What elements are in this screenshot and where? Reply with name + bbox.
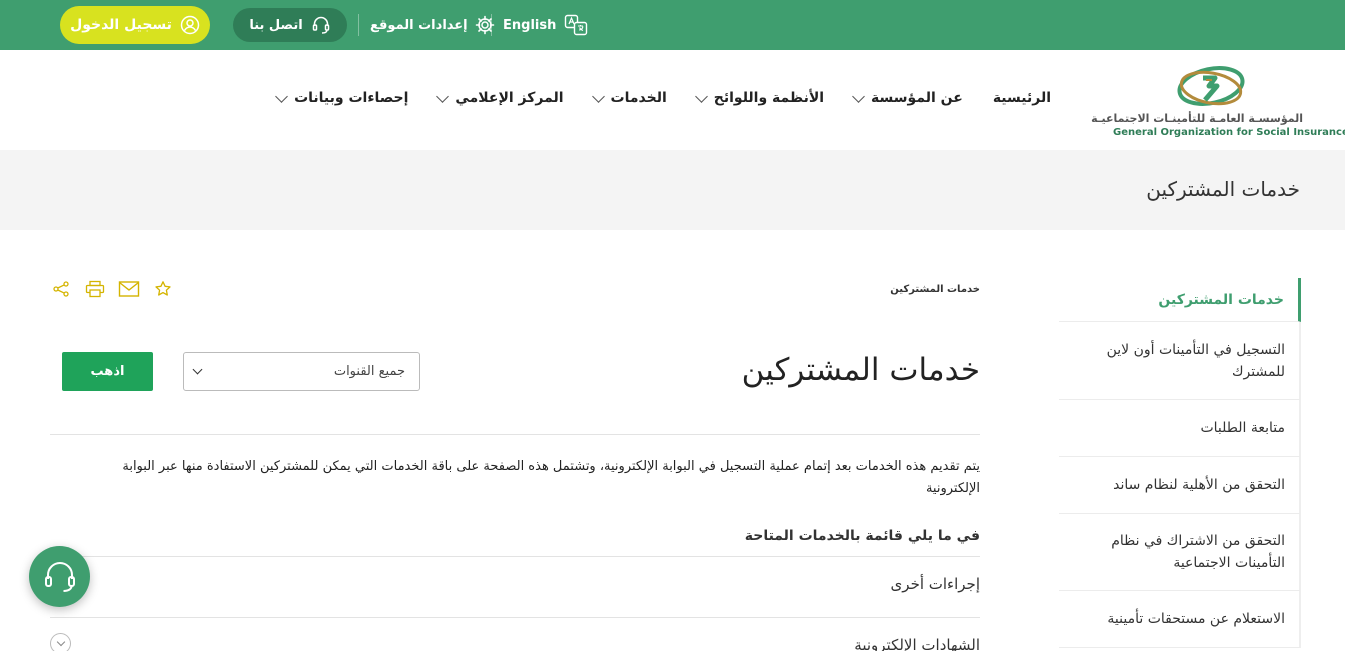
sidebar-item-label: التسجيل في التأمينات أون لاين للمشترك [1106, 341, 1285, 380]
chevron-down-icon [591, 89, 605, 103]
nav-media-center[interactable]: المركز الإعلامي [436, 89, 564, 106]
top-utility-bar: تسجيل الدخول اتصل بنا إعدادات الموقع Eng… [0, 0, 1345, 50]
language-switch-button[interactable]: English [503, 12, 588, 38]
logo-text-english: General Organization for Social Insuranc… [1113, 127, 1345, 138]
main-header: المؤسسـة العامـة للتأمينـات الاجتماعيـة … [0, 50, 1345, 150]
nav-services-label: الخدمات [610, 90, 667, 106]
main-nav: الرئيسية عن المؤسسة الأنظمة واللوائح الخ… [275, 89, 1051, 106]
services-list-heading: في ما يلي قائمة بالخدمات المتاحة [744, 528, 980, 544]
go-button[interactable]: اذهب [62, 352, 153, 391]
contact-us-button[interactable]: اتصل بنا [233, 8, 347, 42]
nav-home-label: الرئيسية [992, 90, 1051, 106]
headset-icon [42, 559, 78, 595]
nav-regulations[interactable]: الأنظمة واللوائح [694, 89, 825, 106]
topbar-divider [491, 14, 492, 36]
nav-services[interactable]: الخدمات [591, 89, 667, 106]
login-button[interactable]: تسجيل الدخول [60, 6, 210, 44]
share-icon[interactable] [50, 278, 72, 300]
sidebar-item-label: الاستعلام عن مستحقات تأمينية [1107, 611, 1285, 627]
channel-select-value: جميع القنوات [333, 364, 405, 379]
site-settings-button[interactable]: إعدادات الموقع [370, 12, 496, 38]
nav-regulations-label: الأنظمة واللوائح [713, 90, 825, 106]
headset-icon [311, 15, 331, 35]
gear-icon [474, 14, 496, 36]
channel-select[interactable]: جميع القنوات [183, 352, 420, 391]
page-title: خدمات المشتركين [741, 352, 980, 388]
translate-icon [564, 14, 588, 36]
divider [50, 617, 980, 618]
user-circle-icon [180, 15, 200, 35]
language-label: English [503, 17, 557, 33]
contact-us-label: اتصل بنا [249, 17, 303, 33]
divider [50, 556, 980, 557]
chevron-down-icon [436, 89, 450, 103]
sidebar-item-label: التحقق من الأهلية لنظام ساند [1113, 477, 1285, 493]
sidebar-heading[interactable]: خدمات المشتركين [1059, 278, 1301, 322]
nav-statistics[interactable]: إحصاءات وبيانات [275, 89, 409, 106]
site-settings-label: إعدادات الموقع [370, 17, 468, 33]
gosi-logo[interactable]: المؤسسـة العامـة للتأمينـات الاجتماعيـة … [1091, 64, 1345, 144]
star-icon[interactable] [152, 278, 174, 300]
page-banner-title: خدمات المشتركين [1146, 177, 1300, 201]
divider [50, 434, 980, 435]
chevron-down-icon [275, 89, 288, 103]
sidebar-item-label: التحقق من الاشتراك في نظام التأمينات الا… [1111, 533, 1285, 571]
page-title-band: خدمات المشتركين [0, 150, 1345, 230]
nav-media-center-label: المركز الإعلامي [455, 90, 564, 106]
mail-icon[interactable] [118, 278, 140, 300]
services-description: يتم تقديم هذه الخدمات بعد إتمام عملية ال… [122, 459, 980, 496]
sidebar-item-verify-subscription[interactable]: التحقق من الاشتراك في نظام التأمينات الا… [1059, 514, 1301, 591]
chevron-down-icon [192, 364, 203, 375]
sidebar: خدمات المشتركين التسجيل في التأمينات أون… [1059, 278, 1301, 648]
sidebar-item-track-requests[interactable]: متابعة الطلبات [1059, 400, 1301, 457]
chevron-down-icon [56, 637, 65, 646]
chevron-down-icon [852, 89, 865, 103]
sidebar-item-label: متابعة الطلبات [1200, 420, 1285, 436]
accordion-item-e-certificates[interactable]: الشهادات الإلكترونية [854, 636, 980, 651]
nav-about[interactable]: عن المؤسسة [852, 89, 963, 106]
accordion-toggle[interactable] [50, 633, 71, 651]
support-chat-button[interactable] [29, 546, 90, 607]
nav-statistics-label: إحصاءات وبيانات [294, 90, 409, 106]
page-tools [50, 278, 174, 300]
gosi-logo-mark [1177, 66, 1245, 106]
chevron-down-icon [694, 89, 708, 103]
accordion-item-other-procedures[interactable]: إجراءات أخرى [891, 575, 980, 593]
nav-about-label: عن المؤسسة [871, 90, 963, 106]
sidebar-item-saned-eligibility[interactable]: التحقق من الأهلية لنظام ساند [1059, 457, 1301, 514]
topbar-divider [358, 14, 359, 36]
nav-home[interactable]: الرئيسية [993, 90, 1051, 106]
breadcrumb[interactable]: خدمات المشتركين [890, 284, 980, 295]
login-label: تسجيل الدخول [70, 17, 172, 33]
logo-text-arabic: المؤسسـة العامـة للتأمينـات الاجتماعيـة [1091, 112, 1303, 125]
print-icon[interactable] [84, 278, 106, 300]
sidebar-item-entitlements-inquiry[interactable]: الاستعلام عن مستحقات تأمينية [1059, 591, 1301, 648]
sidebar-item-online-registration[interactable]: التسجيل في التأمينات أون لاين للمشترك [1059, 322, 1301, 400]
